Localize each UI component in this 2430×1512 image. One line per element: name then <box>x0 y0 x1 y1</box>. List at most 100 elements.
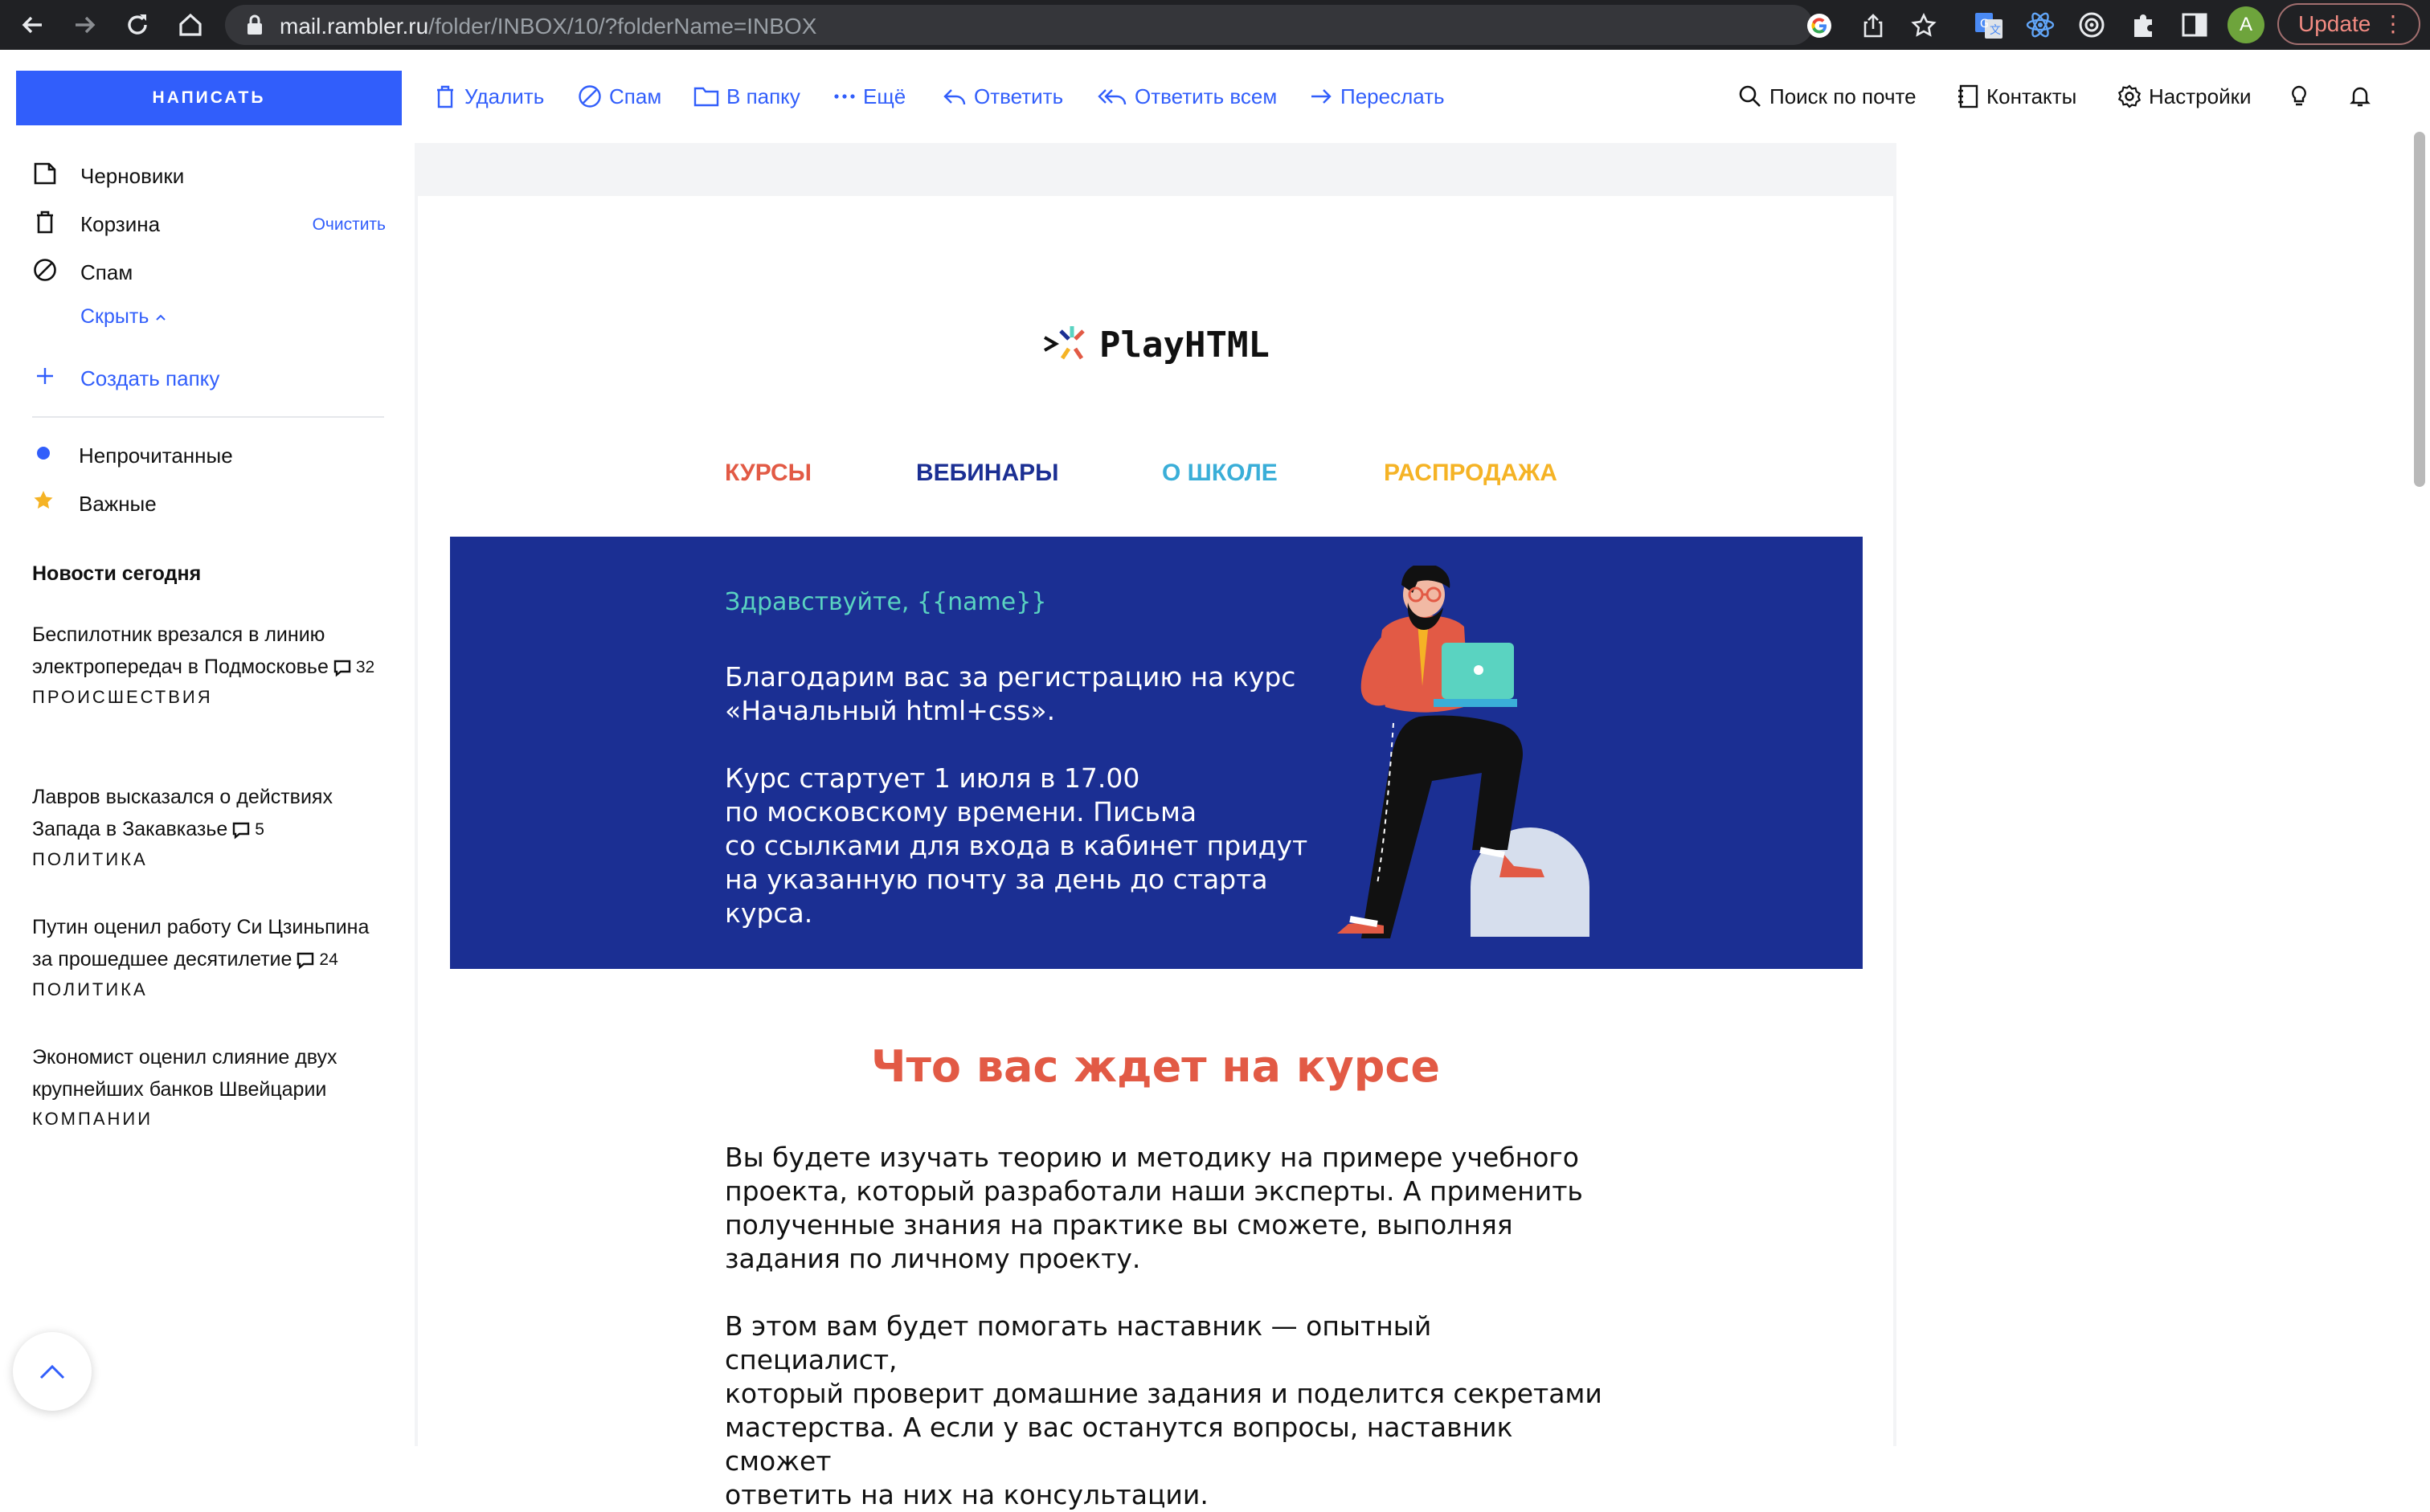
news-category: ПРОИСШЕСТВИЯ <box>32 687 213 708</box>
url-text: mail.rambler.ru/folder/INBOX/10/?folderN… <box>280 14 817 39</box>
notifications-button[interactable] <box>2348 84 2372 112</box>
tips-button[interactable] <box>2287 84 2311 112</box>
home-icon[interactable] <box>175 10 206 40</box>
contacts-button[interactable]: Контакты <box>1956 84 2076 112</box>
compose-button[interactable]: НАПИСАТЬ <box>16 71 402 125</box>
news-category: ПОЛИТИКА <box>32 849 148 870</box>
sidebar-divider <box>32 416 384 418</box>
side-panel-icon[interactable] <box>2179 10 2210 40</box>
comments-icon <box>233 823 250 840</box>
news-item[interactable]: Путин оценил работу Си Цзиньпина за прош… <box>32 911 386 1000</box>
lock-icon[interactable] <box>246 14 264 35</box>
translate-extension-icon[interactable]: G文 <box>1974 10 2004 40</box>
profile-avatar[interactable]: A <box>2228 6 2264 43</box>
hide-folders-link[interactable]: Скрыть <box>80 305 167 329</box>
news-text: Беспилотник врезался в линию электропере… <box>32 623 329 678</box>
news-item[interactable]: Беспилотник врезался в линию электропере… <box>32 619 386 708</box>
comments-count: 5 <box>255 820 264 840</box>
react-devtools-icon[interactable] <box>2025 10 2056 40</box>
reply-button[interactable]: Ответить <box>942 84 1063 112</box>
paragraph-2: В этом вам будет помогать наставник — оп… <box>725 1310 1602 1510</box>
filter-important[interactable]: Важные <box>32 485 402 517</box>
news-item[interactable]: Экономист оценил слияние двух крупнейших… <box>32 1041 386 1130</box>
banner-text-1: Благодарим вас за регистрацию на курс «Н… <box>725 661 1296 726</box>
chevron-up-icon <box>156 314 166 321</box>
bell-icon <box>2350 87 2371 107</box>
folder-icon <box>693 87 719 107</box>
greeting-text: Здравствуйте, {{name}} <box>725 588 1047 616</box>
spam-icon <box>579 85 601 108</box>
reply-all-button[interactable]: Ответить всем <box>1096 84 1277 112</box>
create-folder-label: Создать папку <box>80 366 220 390</box>
student-illustration <box>1299 566 1604 943</box>
move-to-folder-button[interactable]: В папку <box>693 84 800 112</box>
email-nav-webinars[interactable]: ВЕБИНАРЫ <box>916 460 1059 487</box>
trash-icon <box>437 85 453 108</box>
unread-dot-icon <box>32 440 58 466</box>
news-text: Экономист оценил слияние двух крупнейших… <box>32 1046 338 1101</box>
reply-icon <box>943 89 966 105</box>
folder-label: Корзина <box>80 212 161 236</box>
folder-spam[interactable]: Спам <box>32 254 402 286</box>
email-nav-courses[interactable]: КУРСЫ <box>725 460 812 487</box>
filter-label: Непрочитанные <box>79 443 233 468</box>
filter-label: Важные <box>79 492 157 516</box>
google-icon[interactable] <box>1806 13 1832 39</box>
news-section-title: Новости сегодня <box>32 562 202 585</box>
star-icon <box>32 488 58 514</box>
filter-unread[interactable]: Непрочитанные <box>32 437 402 469</box>
svg-text:G: G <box>1980 18 1989 31</box>
playhtml-logo-icon <box>1041 320 1090 368</box>
spam-icon <box>32 257 58 283</box>
share-icon[interactable] <box>1861 13 1885 39</box>
kebab-menu-icon[interactable]: ⋮ <box>2382 5 2404 43</box>
contacts-icon <box>1958 84 1978 108</box>
news-category: КОМПАНИИ <box>32 1109 153 1129</box>
banner-text-2: Курс стартует 1 июля в 17.00 по московск… <box>725 762 1308 929</box>
back-icon[interactable] <box>18 10 48 40</box>
forward-icon[interactable] <box>69 10 100 40</box>
forward-arrow-icon <box>1311 89 1332 104</box>
reload-icon[interactable] <box>122 10 153 40</box>
trash-icon <box>32 209 58 235</box>
search-icon <box>1739 85 1761 107</box>
gear-icon <box>2117 84 2142 108</box>
extensions-puzzle-icon[interactable] <box>2128 10 2158 40</box>
folder-label: Черновики <box>80 164 185 188</box>
search-mail-button[interactable]: Поиск по почте <box>1737 84 1917 112</box>
address-bar[interactable]: mail.rambler.ru/folder/INBOX/10/?folderN… <box>225 5 1937 45</box>
settings-button[interactable]: Настройки <box>2117 84 2252 112</box>
page-scrollbar[interactable] <box>2414 132 2425 487</box>
folder-drafts[interactable]: Черновики <box>32 157 402 190</box>
svg-text:文: 文 <box>1990 24 2001 37</box>
drafts-icon <box>32 161 58 186</box>
scroll-to-top-button[interactable] <box>13 1332 92 1411</box>
update-button[interactable]: Update ⋮ <box>2277 3 2420 45</box>
spam-button[interactable]: Спам <box>577 84 661 112</box>
browser-toolbar: mail.rambler.ru/folder/INBOX/10/?folderN… <box>0 0 2430 50</box>
news-item[interactable]: Лавров высказался о действиях Запада в З… <box>32 781 386 870</box>
reply-all-icon <box>1098 89 1127 105</box>
news-category: ПОЛИТИКА <box>32 979 148 1000</box>
comments-count: 24 <box>319 950 338 970</box>
more-button[interactable]: Ещё <box>832 84 906 112</box>
news-text: Лавров высказался о действиях Запада в З… <box>32 786 333 840</box>
target-extension-icon[interactable] <box>2076 10 2107 40</box>
email-nav-about[interactable]: О ШКОЛЕ <box>1162 460 1278 487</box>
comments-icon <box>297 953 314 970</box>
comments-icon <box>333 660 351 677</box>
section-heading: Что вас ждет на курсе <box>870 1041 1440 1092</box>
lightbulb-icon <box>2292 85 2306 106</box>
plus-icon <box>32 363 58 389</box>
folder-trash[interactable]: Корзина Очистить <box>32 206 402 238</box>
bookmark-star-icon[interactable] <box>1911 13 1937 39</box>
empty-trash-link[interactable]: Очистить <box>313 215 386 235</box>
more-dots-icon <box>834 94 855 99</box>
forward-button[interactable]: Переслать <box>1308 84 1445 112</box>
folder-label: Спам <box>80 260 133 284</box>
paragraph-1: Вы будете изучать теорию и методику на п… <box>725 1142 1583 1274</box>
delete-button[interactable]: Удалить <box>432 84 544 112</box>
comments-count: 32 <box>355 658 375 677</box>
create-folder-button[interactable]: Создать папку <box>32 360 402 392</box>
email-nav-sale[interactable]: РАСПРОДАЖА <box>1384 460 1557 487</box>
